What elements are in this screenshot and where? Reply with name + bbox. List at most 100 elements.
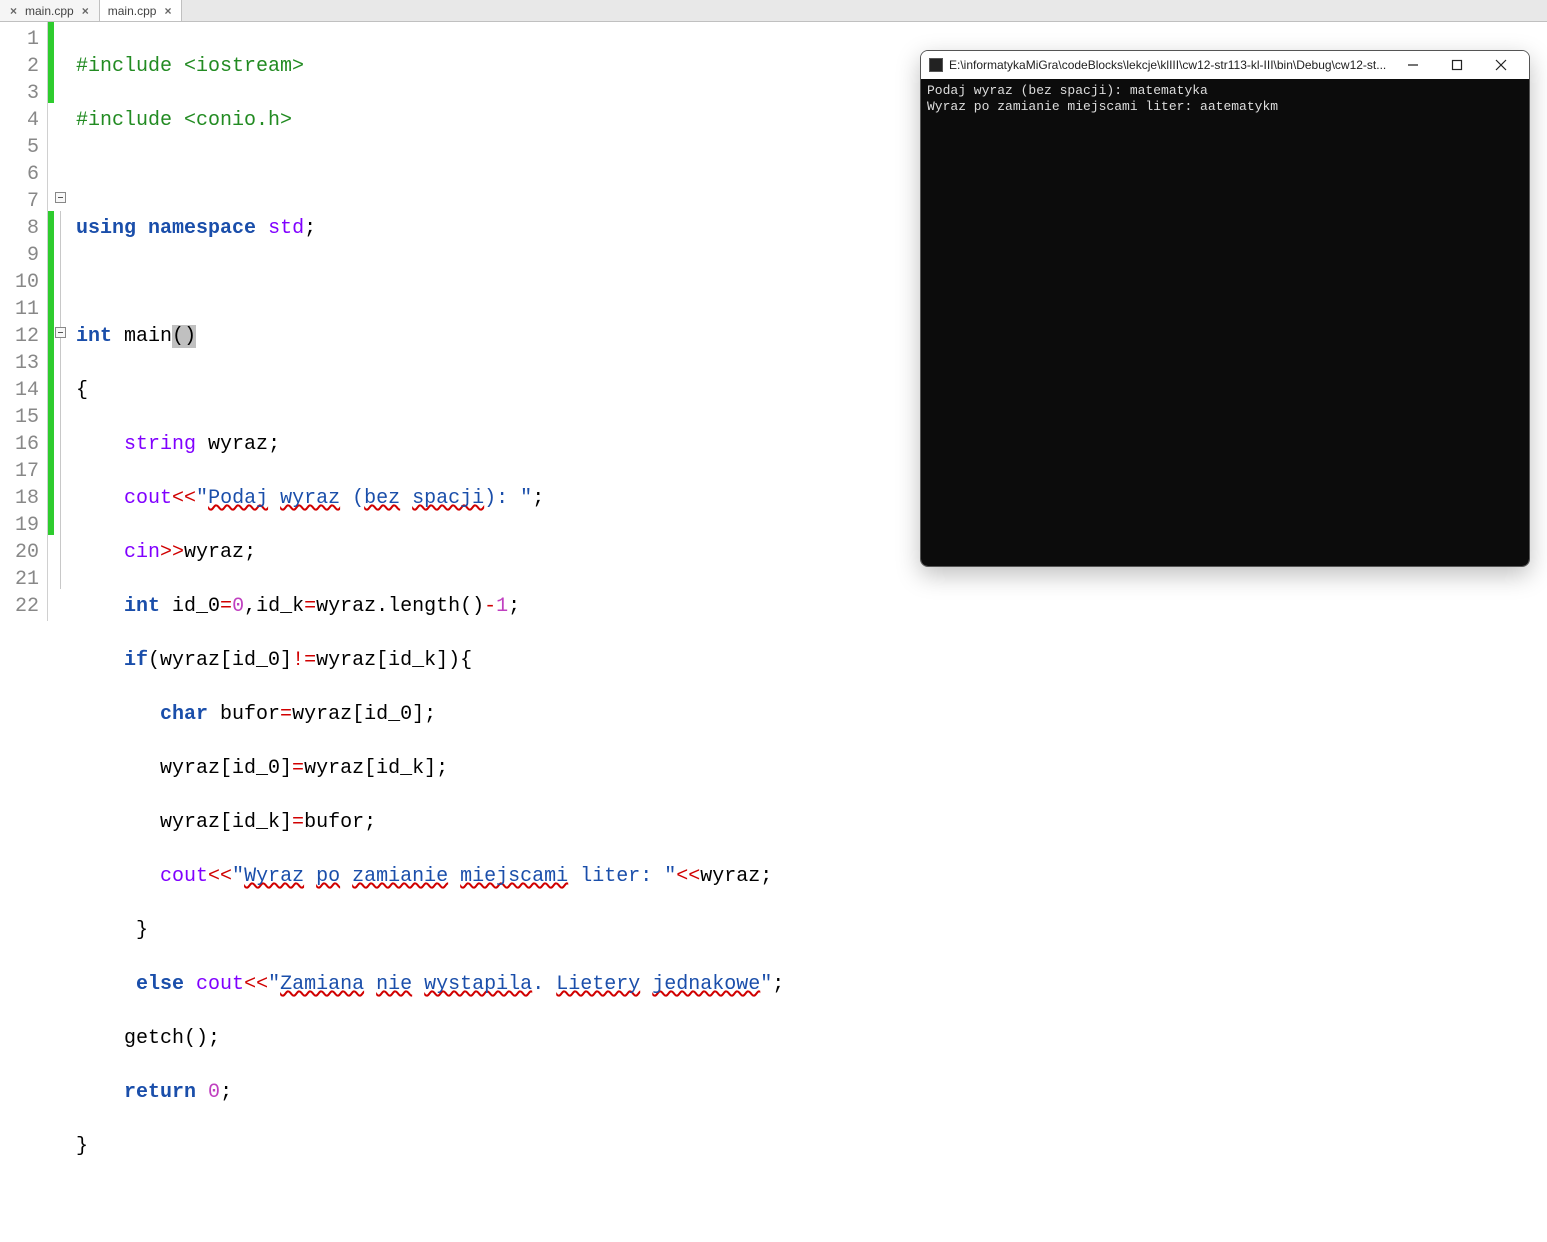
tab-main-cpp-2[interactable]: main.cpp × [100, 0, 183, 21]
identifier: wyraz[id_k] [160, 811, 292, 834]
console-title-text: E:\informatykaMiGra\codeBlocks\lekcje\kl… [949, 58, 1391, 72]
string: wyraz [280, 487, 340, 510]
tab-bar: × main.cpp × main.cpp × [0, 0, 1547, 22]
identifier: ,id_k [244, 595, 304, 618]
identifier: id_0 [160, 595, 220, 618]
operator: << [172, 487, 196, 510]
punct: ; [508, 595, 520, 618]
string [364, 973, 376, 996]
punct: { [76, 379, 88, 402]
operator: != [292, 649, 316, 672]
string: spacji [412, 487, 484, 510]
operator: << [676, 865, 700, 888]
fold-toggle-icon[interactable] [55, 327, 66, 338]
string: Lietery [556, 973, 640, 996]
identifier: bufor; [304, 811, 376, 834]
string: Zamiana [280, 973, 364, 996]
string: ): " [484, 487, 532, 510]
string: Podaj [208, 487, 268, 510]
close-button[interactable] [1479, 51, 1523, 79]
string: liter: " [568, 865, 676, 888]
identifier: wyraz[id_0]; [292, 703, 436, 726]
operator: = [280, 703, 292, 726]
punct: ; [532, 487, 544, 510]
keyword: using [76, 217, 136, 240]
number: 1 [496, 595, 508, 618]
punct: ; [244, 541, 256, 564]
identifier: wyraz[id_k]){ [316, 649, 472, 672]
identifier: (wyraz[id_0] [148, 649, 292, 672]
operator: - [484, 595, 496, 618]
identifier: wyraz[id_0] [160, 757, 292, 780]
tab-close-icon[interactable]: × [8, 4, 19, 18]
tab-label: main.cpp [25, 4, 74, 18]
console-output[interactable]: Podaj wyraz (bez spacji): matematyka Wyr… [921, 79, 1529, 566]
identifier: cout [160, 865, 208, 888]
identifier: bufor [208, 703, 280, 726]
punct: ) [184, 325, 196, 348]
identifier: std [268, 217, 304, 240]
operator: = [292, 757, 304, 780]
identifier: cout [196, 973, 244, 996]
fold-column [54, 22, 72, 621]
type: string [124, 433, 196, 456]
operator: = [304, 595, 316, 618]
string [640, 973, 652, 996]
number: 0 [208, 1081, 220, 1104]
keyword: namespace [148, 217, 256, 240]
punct: ; [772, 973, 784, 996]
string: nie [376, 973, 412, 996]
console-window[interactable]: E:\informatykaMiGra\codeBlocks\lekcje\kl… [920, 50, 1530, 567]
string: " [268, 973, 280, 996]
string: miejscami [460, 865, 568, 888]
console-line: Podaj wyraz (bez spacji): matematyka [927, 83, 1208, 98]
operator: >> [160, 541, 184, 564]
line-number-gutter: 1234567 891011121314 1516171819202122 [0, 22, 48, 621]
maximize-button[interactable] [1435, 51, 1479, 79]
identifier: wyraz [700, 865, 760, 888]
tab-main-cpp-1[interactable]: × main.cpp × [0, 0, 100, 21]
operator: << [208, 865, 232, 888]
string: ( [340, 487, 364, 510]
preprocessor-line: #include <iostream> [76, 55, 304, 78]
identifier: wyraz[id_k]; [304, 757, 448, 780]
string [400, 487, 412, 510]
fold-toggle-icon[interactable] [55, 192, 66, 203]
string: po [316, 865, 340, 888]
identifier: wyraz [208, 433, 268, 456]
identifier: main [124, 325, 172, 348]
string [340, 865, 352, 888]
identifier: getch(); [124, 1027, 220, 1050]
tab-close-icon[interactable]: × [80, 4, 91, 18]
identifier: wyraz [184, 541, 244, 564]
punct: ; [220, 1081, 232, 1104]
keyword: return [124, 1081, 196, 1104]
keyword: if [124, 649, 148, 672]
keyword: char [160, 703, 208, 726]
console-titlebar[interactable]: E:\informatykaMiGra\codeBlocks\lekcje\kl… [921, 51, 1529, 79]
minimize-button[interactable] [1391, 51, 1435, 79]
preprocessor-line: #include <conio.h> [76, 109, 292, 132]
string: zamianie [352, 865, 448, 888]
string [268, 487, 280, 510]
keyword: int [124, 595, 160, 618]
identifier: wyraz.length() [316, 595, 484, 618]
tab-label: main.cpp [108, 4, 157, 18]
string: jednakowe [652, 973, 760, 996]
operator: = [220, 595, 232, 618]
identifier: cin [124, 541, 160, 564]
number: 0 [232, 595, 244, 618]
punct: ; [268, 433, 280, 456]
string [448, 865, 460, 888]
string [412, 973, 424, 996]
string: . [532, 973, 556, 996]
console-app-icon [929, 58, 943, 72]
keyword: int [76, 325, 112, 348]
operator: << [244, 973, 268, 996]
punct: ; [304, 217, 316, 240]
identifier: cout [124, 487, 172, 510]
tab-close-icon[interactable]: × [162, 4, 173, 18]
string: " [196, 487, 208, 510]
console-line: Wyraz po zamianie miejscami liter: aatem… [927, 99, 1278, 114]
string [304, 865, 316, 888]
